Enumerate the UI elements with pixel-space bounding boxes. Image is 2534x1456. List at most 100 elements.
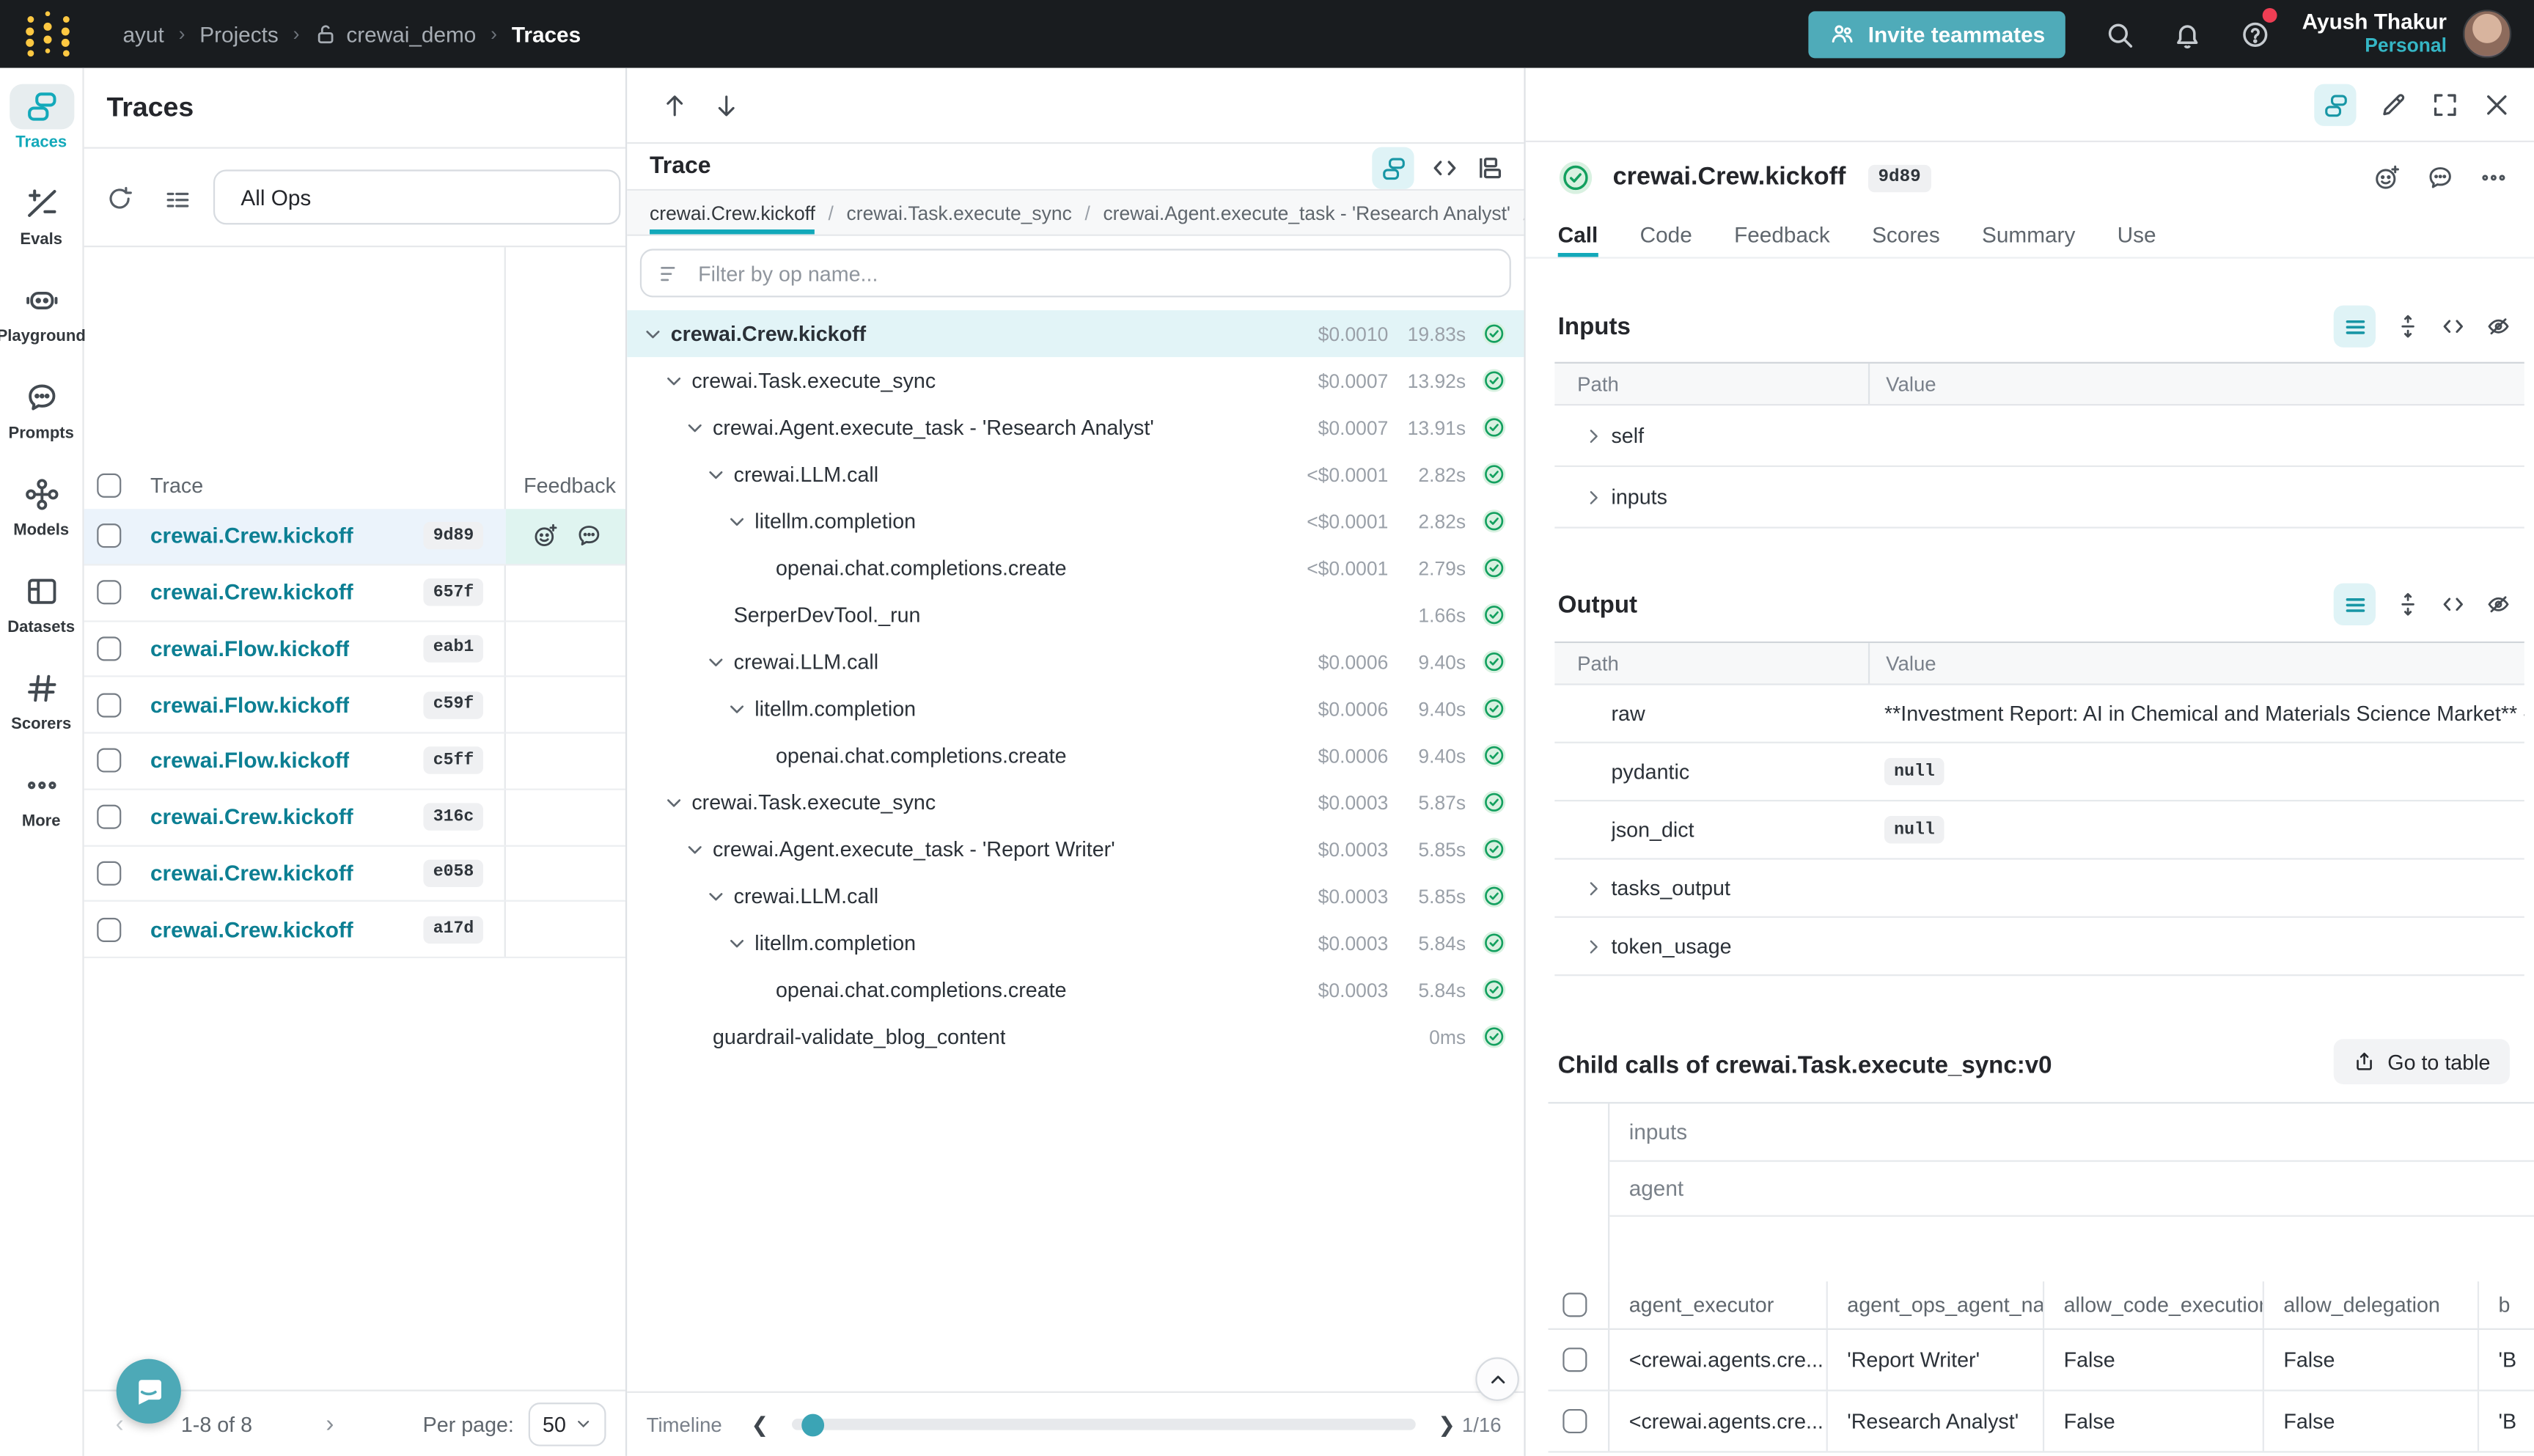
trace-list-row[interactable]: crewai.Flow.kickoff c59f [84,677,625,734]
row-checkbox[interactable] [97,581,121,605]
feedback-column-header[interactable]: Feedback [524,473,616,497]
chevron-down-icon[interactable] [727,933,746,952]
row-checkbox[interactable] [97,693,121,717]
list-view-icon[interactable] [2334,306,2376,348]
detail-tab[interactable]: Code [1640,213,1692,257]
call-path-tab[interactable]: crewai.Crew.kickoff [650,191,815,235]
timeline-next-icon[interactable]: ❯ [1438,1411,1455,1437]
op-name-filter-input[interactable] [695,260,1510,287]
timeline-prev-icon[interactable]: ❮ [751,1411,768,1437]
call-tree-row[interactable]: crewai.Agent.execute_task - 'Research An… [627,404,1524,451]
expand-rows-icon[interactable] [2395,592,2420,617]
trace-op-link[interactable]: crewai.Flow.kickoff [150,636,350,661]
filter-list-icon[interactable] [164,184,193,213]
sidebar-item[interactable]: Scorers [0,666,82,762]
sidebar-item[interactable]: Traces [0,84,82,181]
add-reaction-icon[interactable] [2373,163,2402,193]
child-call-row[interactable]: <crewai.agents.cre... 'Research Analyst'… [1549,1391,2534,1453]
user-menu[interactable]: Ayush Thakur Personal [2302,10,2447,58]
chevron-down-icon[interactable] [643,324,662,343]
trace-op-link[interactable]: crewai.Flow.kickoff [150,693,350,717]
chevron-down-icon[interactable] [706,652,725,671]
code-view-icon[interactable] [2440,592,2466,617]
more-options-icon[interactable] [2479,163,2508,193]
output-row[interactable]: token_usage [1554,918,2524,976]
row-checkbox[interactable] [97,524,121,548]
row-checkbox[interactable] [97,749,121,773]
comment-icon[interactable] [576,523,603,550]
sidebar-item[interactable]: Datasets [0,569,82,666]
trace-op-link[interactable]: crewai.Flow.kickoff [150,749,350,773]
add-reaction-icon[interactable] [532,523,559,550]
row-checkbox[interactable] [97,917,121,941]
detail-tab[interactable]: Summary [1982,213,2075,257]
breadcrumb-entity[interactable]: ayut [123,22,164,46]
chevron-down-icon[interactable] [706,886,725,905]
flame-graph-toggle-icon[interactable] [1475,153,1505,183]
chevron-down-icon[interactable] [686,418,705,437]
timeline-slider-knob[interactable] [801,1413,824,1435]
hide-values-eye-off-icon[interactable] [2486,314,2511,339]
row-checkbox[interactable] [1562,1409,1587,1433]
trace-op-link[interactable]: crewai.Crew.kickoff [150,805,353,829]
hide-values-eye-off-icon[interactable] [2486,592,2511,617]
go-to-table-button[interactable]: Go to table [2335,1039,2510,1084]
column-header[interactable]: allow_delegation [2263,1282,2478,1328]
wandb-logo[interactable] [23,10,78,58]
refresh-icon[interactable] [105,184,134,213]
chevron-right-icon[interactable] [1584,878,1603,897]
help-icon[interactable] [2221,18,2289,49]
chevron-down-icon[interactable] [664,793,683,812]
sidebar-item[interactable]: Playground [0,278,82,375]
trace-list-row[interactable]: crewai.Crew.kickoff a17d [84,902,625,958]
call-tree-row[interactable]: litellm.completion <$0.0001 2.82s [627,498,1524,545]
call-tree-row[interactable]: crewai.Crew.kickoff $0.0010 19.83s [627,310,1524,357]
comment-icon[interactable] [2425,163,2455,193]
support-chat-button[interactable] [117,1359,181,1424]
chevron-right-icon[interactable] [1584,936,1603,955]
trace-list-row[interactable]: crewai.Crew.kickoff 657f [84,565,625,622]
call-tree-row[interactable]: crewai.Task.execute_sync $0.0003 5.87s [627,779,1524,826]
output-row[interactable]: pydantic null [1554,743,2524,801]
search-icon[interactable] [2085,18,2153,49]
row-checkbox[interactable] [97,805,121,829]
breadcrumb-projects[interactable]: Projects [199,22,279,46]
output-row[interactable]: json_dict null [1554,801,2524,859]
trace-list-row[interactable]: crewai.Crew.kickoff 316c [84,790,625,846]
call-tree-row[interactable]: openai.chat.completions.create <$0.0001 … [627,545,1524,592]
output-row[interactable]: raw **Investment Report: AI in Chemical … [1554,685,2524,743]
trace-op-link[interactable]: crewai.Crew.kickoff [150,917,353,941]
detail-tab[interactable]: Use [2118,213,2156,257]
select-all-checkbox[interactable] [1562,1293,1587,1317]
row-checkbox[interactable] [1562,1347,1587,1372]
edit-pencil-icon[interactable] [2379,90,2408,120]
code-view-toggle-icon[interactable] [1431,153,1460,183]
call-tree-row[interactable]: openai.chat.completions.create $0.0003 5… [627,966,1524,1013]
row-checkbox[interactable] [97,636,121,661]
tree-view-toggle-icon[interactable] [1372,147,1414,189]
chevron-down-icon[interactable] [686,839,705,858]
call-tree-row[interactable]: crewai.Task.execute_sync $0.0007 13.92s [627,357,1524,404]
child-call-row[interactable]: <crewai.agents.cre... 'Report Writer' Fa… [1549,1330,2534,1391]
call-tree-row[interactable]: litellm.completion $0.0003 5.84s [627,919,1524,966]
ops-filter-select[interactable]: All Ops [213,169,620,224]
avatar[interactable] [2463,10,2511,58]
page-next-icon[interactable]: › [314,1410,346,1437]
close-icon[interactable] [2482,90,2511,120]
trace-list-row[interactable]: crewai.Flow.kickoff c5ff [84,734,625,790]
trace-list-row[interactable]: crewai.Crew.kickoff e058 [84,846,625,902]
column-header[interactable]: agent_executor [1609,1282,1826,1328]
call-tree-row[interactable]: crewai.LLM.call $0.0006 9.40s [627,639,1524,685]
call-tree-row[interactable]: openai.chat.completions.create $0.0006 9… [627,732,1524,779]
inputs-row[interactable]: self [1554,405,2524,467]
call-tree-row[interactable]: crewai.LLM.call <$0.0001 2.82s [627,451,1524,498]
chevron-down-icon[interactable] [706,465,725,484]
sidebar-item[interactable]: Evals [0,181,82,278]
chevron-right-icon[interactable] [1584,488,1603,507]
detail-tab[interactable]: Feedback [1734,213,1830,257]
sidebar-item[interactable]: More [0,762,82,859]
expand-rows-icon[interactable] [2395,314,2420,339]
call-id-badge[interactable]: 9d89 [1868,164,1931,191]
sidebar-item[interactable]: Models [0,472,82,569]
chevron-down-icon[interactable] [727,512,746,531]
